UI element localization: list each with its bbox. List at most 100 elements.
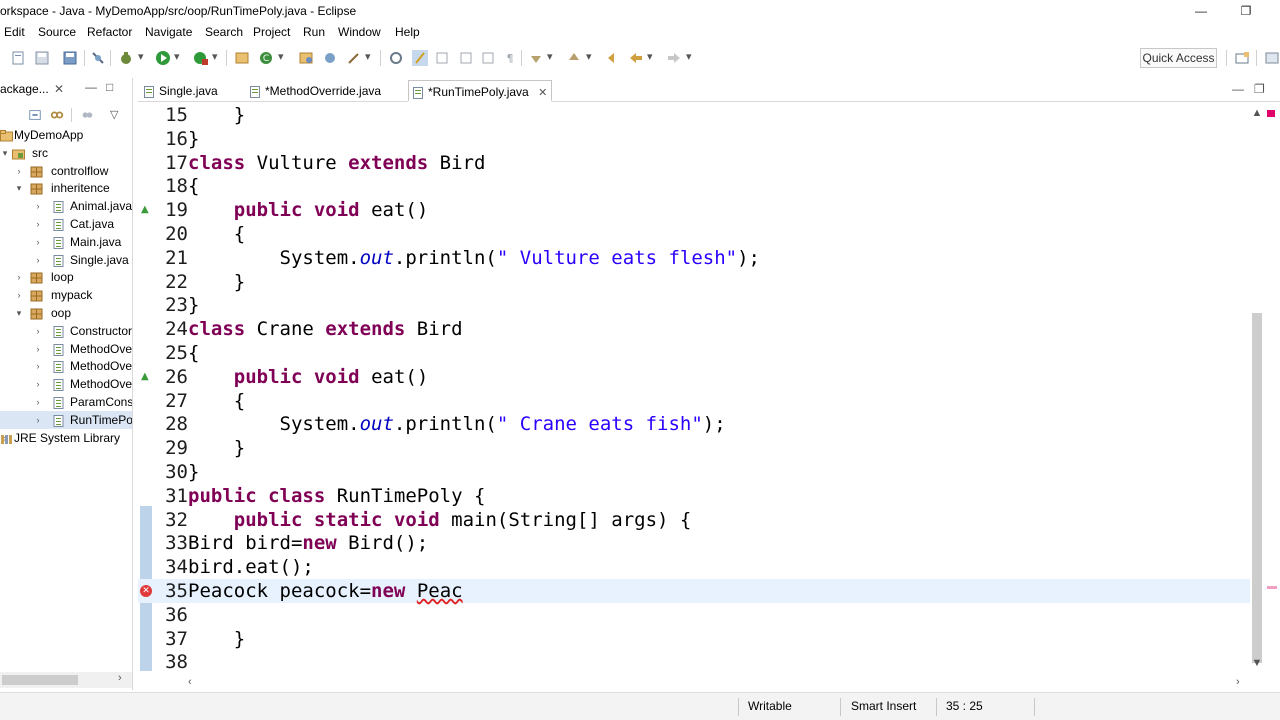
back-icon[interactable]	[628, 50, 644, 66]
java-perspective-icon[interactable]	[1264, 50, 1280, 66]
code-line[interactable]: ▲ 19 public void eat()	[138, 198, 1250, 222]
explorer-horizontal-scrollbar[interactable]: ›	[0, 672, 132, 688]
tree-item[interactable]: › controlflow	[0, 162, 132, 180]
code-line[interactable]: 23}	[138, 293, 1250, 317]
annotation-icon[interactable]	[388, 50, 404, 66]
view-menu-icon[interactable]: ▽	[110, 108, 118, 121]
error-summary-marker[interactable]	[1267, 110, 1275, 117]
collapsed-arrow-icon[interactable]: ›	[33, 197, 43, 215]
code-text[interactable]: {	[188, 389, 245, 413]
menu-source[interactable]: Source	[38, 25, 76, 39]
collapsed-arrow-icon[interactable]: ›	[33, 251, 43, 269]
next-annotation-icon[interactable]	[528, 50, 544, 66]
code-line[interactable]: ▲ 26 public void eat()	[138, 365, 1250, 389]
save-icon[interactable]	[34, 50, 50, 66]
menu-navigate[interactable]: Navigate	[145, 25, 192, 39]
code-text[interactable]: }	[188, 436, 245, 460]
tree-item[interactable]: › Cat.java	[0, 215, 132, 233]
code-line[interactable]: ✕ 35 Peacock peacock=new Peac	[138, 579, 1250, 603]
tree-item[interactable]: › mypack	[0, 286, 132, 304]
new-java-class-icon[interactable]: C	[258, 50, 274, 66]
link-with-editor-icon[interactable]	[50, 108, 64, 122]
block-selection-icon[interactable]	[434, 50, 450, 66]
code-line[interactable]: 31 public class RunTimePoly {	[138, 484, 1250, 508]
new-class-dropdown-icon[interactable]: ▾	[278, 50, 284, 63]
code-line[interactable]: 25{	[138, 341, 1250, 365]
previous-annotation-icon[interactable]	[566, 50, 582, 66]
tab-single-java[interactable]: Single.java	[144, 80, 252, 102]
minimize-button[interactable]: —	[1186, 2, 1216, 20]
code-text[interactable]: }	[188, 127, 199, 151]
collapsed-arrow-icon[interactable]: ›	[14, 268, 24, 286]
open-perspective-icon[interactable]	[1234, 50, 1250, 66]
code-text[interactable]: public class RunTimePoly {	[188, 484, 485, 508]
menu-project[interactable]: Project	[253, 25, 290, 39]
code-line[interactable]: 38	[138, 650, 1250, 674]
external-tools-icon[interactable]	[193, 50, 209, 66]
code-line[interactable]: 27 {	[138, 389, 1250, 413]
code-text[interactable]: Peacock peacock=new Peac	[188, 579, 463, 603]
collapsed-arrow-icon[interactable]: ›	[14, 162, 24, 180]
code-text[interactable]: bird.eat();	[188, 555, 314, 579]
collapsed-arrow-icon[interactable]: ›	[33, 375, 43, 393]
error-line-marker[interactable]	[1267, 586, 1277, 589]
tree-item[interactable]: › Single.java	[0, 251, 132, 269]
tree-item[interactable]: › Main.java	[0, 233, 132, 251]
tree-item[interactable]: MyDemoApp	[0, 126, 132, 144]
code-line[interactable]: 20 {	[138, 222, 1250, 246]
code-line[interactable]: 24 class Crane extends Bird	[138, 317, 1250, 341]
open-type-icon[interactable]	[298, 50, 314, 66]
maximize-editor-icon[interactable]: ❐	[1254, 82, 1265, 96]
code-text[interactable]: }	[188, 460, 199, 484]
tree-item[interactable]: ▾ src	[0, 144, 132, 162]
menu-run[interactable]: Run	[303, 25, 325, 39]
code-text[interactable]: class Crane extends Bird	[188, 317, 463, 341]
close-view-icon[interactable]: ✕	[54, 82, 64, 96]
code-text[interactable]: }	[188, 627, 245, 651]
code-text[interactable]: }	[188, 103, 245, 127]
tree-item[interactable]: › ParamCons	[0, 393, 132, 411]
code-text[interactable]: {	[188, 174, 199, 198]
tree-item[interactable]: ›JRE System Library	[0, 429, 132, 447]
minimize-editor-icon[interactable]: —	[1232, 82, 1244, 96]
search-icon[interactable]	[346, 50, 362, 66]
code-line[interactable]: 22 }	[138, 270, 1250, 294]
code-text[interactable]: public static void main(String[] args) {	[188, 508, 692, 532]
tree-item[interactable]: › MethodOve	[0, 375, 132, 393]
expanded-arrow-icon[interactable]: ▾	[14, 304, 24, 322]
menu-refactor[interactable]: Refactor	[87, 25, 132, 39]
new-java-project-icon[interactable]	[234, 50, 250, 66]
code-text[interactable]: }	[188, 270, 245, 294]
next-annotation-dropdown-icon[interactable]: ▾	[547, 50, 553, 63]
tree-item[interactable]: › RunTimePo	[0, 410, 132, 429]
menu-window[interactable]: Window	[338, 25, 381, 39]
code-line[interactable]: 29 }	[138, 436, 1250, 460]
back-dropdown-icon[interactable]: ▾	[647, 50, 653, 63]
collapse-all-icon[interactable]	[28, 108, 42, 122]
maximize-view-icon[interactable]: □	[106, 80, 113, 94]
menu-edit[interactable]: Edit	[4, 25, 25, 39]
code-line[interactable]: 15 }	[138, 103, 1250, 127]
collapsed-arrow-icon[interactable]: ›	[33, 322, 43, 340]
tree-item[interactable]: › MethodOve	[0, 357, 132, 375]
tree-item[interactable]: ▾ inheritence	[0, 179, 132, 197]
editor-vertical-scrollbar[interactable]: ▲ ▼	[1250, 103, 1264, 676]
previous-annotation-dropdown-icon[interactable]: ▾	[586, 50, 592, 63]
code-line[interactable]: 36	[138, 603, 1250, 627]
show-whitespace-icon[interactable]	[480, 50, 496, 66]
forward-dropdown-icon[interactable]: ▾	[686, 50, 692, 63]
minimize-view-icon[interactable]: —	[85, 80, 97, 94]
overview-ruler[interactable]	[1264, 103, 1280, 676]
code-line[interactable]: 32 public static void main(String[] args…	[138, 508, 1250, 532]
restore-button[interactable]: ❐	[1231, 2, 1261, 20]
menu-search[interactable]: Search	[205, 25, 243, 39]
collapsed-arrow-icon[interactable]: ›	[14, 286, 24, 304]
code-text[interactable]: System.out.println(" Crane eats fish");	[188, 412, 726, 436]
collapsed-arrow-icon[interactable]: ›	[33, 233, 43, 251]
scroll-down-icon[interactable]: ▼	[1251, 657, 1263, 669]
tree-item[interactable]: ▾ oop	[0, 304, 132, 322]
code-line[interactable]: 18{	[138, 174, 1250, 198]
editor-horizontal-scrollbar[interactable]: ‹ ›	[138, 676, 1250, 690]
code-text[interactable]: }	[188, 293, 199, 317]
expanded-arrow-icon[interactable]: ▾	[0, 144, 10, 162]
